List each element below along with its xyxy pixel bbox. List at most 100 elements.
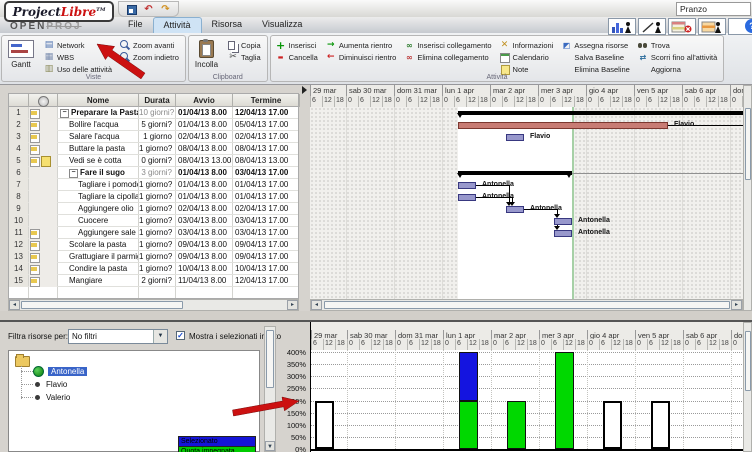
end-cell[interactable]: 08/04/13 17.00 bbox=[233, 143, 299, 155]
charts-view-button[interactable] bbox=[638, 18, 666, 35]
row-number[interactable]: 14 bbox=[9, 263, 28, 275]
undo-button[interactable] bbox=[142, 3, 155, 15]
help-button[interactable]: ? bbox=[745, 19, 752, 33]
duration-cell[interactable]: 10 giorni? bbox=[139, 107, 175, 119]
incolla-button[interactable]: Incolla bbox=[193, 38, 220, 71]
start-cell[interactable]: 08/04/13 13.00 bbox=[176, 155, 232, 167]
scroll-thumb[interactable] bbox=[21, 301, 183, 309]
start-cell[interactable]: 03/04/13 8.00 bbox=[176, 215, 232, 227]
end-cell[interactable]: 08/04/13 13.00 bbox=[233, 155, 299, 167]
collapse-toggle[interactable]: − bbox=[60, 109, 69, 118]
resource-item-flavio[interactable]: Flavio bbox=[33, 378, 67, 390]
calendario-button[interactable]: Calendario bbox=[499, 52, 554, 62]
scroll-down-button[interactable]: ▼ bbox=[265, 441, 275, 451]
note-button[interactable]: Note bbox=[499, 64, 554, 74]
gantt-summary-bar[interactable] bbox=[458, 111, 743, 115]
duration-cell[interactable]: 1 giorno? bbox=[139, 251, 175, 263]
start-cell[interactable]: 11/04/13 8.00 bbox=[176, 275, 232, 287]
gantt-task-bar[interactable] bbox=[554, 230, 572, 237]
task-name-cell[interactable]: Aggiungere olio bbox=[58, 203, 138, 215]
end-cell[interactable]: 03/04/13 17.00 bbox=[233, 215, 299, 227]
histogram-view-button[interactable] bbox=[608, 18, 636, 35]
show-selected-checkbox[interactable]: ✓ bbox=[176, 331, 185, 340]
duration-cell[interactable]: 3 giorni? bbox=[139, 167, 175, 179]
row-number[interactable]: 11 bbox=[9, 227, 28, 239]
uso-delle-attività-button[interactable]: Uso delle attività bbox=[43, 64, 112, 74]
zoom-indietro-button[interactable]: Zoom indietro bbox=[119, 52, 179, 62]
histogram-vscrollbar[interactable] bbox=[743, 322, 752, 452]
duration-cell[interactable]: 1 giorno? bbox=[139, 239, 175, 251]
assegna-risorse-button[interactable]: Assegna risorse bbox=[560, 40, 629, 50]
save-button[interactable] bbox=[125, 3, 138, 15]
scroll-left-button[interactable]: ◂ bbox=[311, 300, 322, 310]
aumenta-rientro-button[interactable]: Aumenta rientro bbox=[325, 40, 397, 50]
task-name-cell[interactable]: Bollire l'acqua bbox=[58, 119, 138, 131]
wbs-button[interactable]: WBS bbox=[43, 52, 112, 62]
end-cell[interactable]: 12/04/13 17.00 bbox=[233, 275, 299, 287]
end-cell[interactable]: 01/04/13 17.00 bbox=[233, 191, 299, 203]
start-cell[interactable]: 10/04/13 8.00 bbox=[176, 263, 232, 275]
copia-button[interactable]: Copia bbox=[227, 40, 261, 50]
duration-cell[interactable]: 1 giorno? bbox=[139, 227, 175, 239]
row-number[interactable]: 3 bbox=[9, 131, 28, 143]
end-cell[interactable]: 09/04/13 17.00 bbox=[233, 239, 299, 251]
duration-cell[interactable]: 1 giorno? bbox=[139, 215, 175, 227]
filter-dropdown[interactable]: No filtri ▼ bbox=[68, 329, 168, 344]
taglia-button[interactable]: Taglia bbox=[227, 52, 261, 62]
cancella-button[interactable]: Cancella bbox=[275, 52, 318, 62]
task-name-cell[interactable]: Aggiungere sale bbox=[58, 227, 138, 239]
task-name-cell[interactable]: Mangiare bbox=[58, 275, 138, 287]
scroll-right-button[interactable]: ▸ bbox=[731, 300, 742, 310]
task-usage-view-button[interactable] bbox=[668, 18, 696, 35]
tab-visualizza[interactable]: Visualizza bbox=[252, 17, 312, 33]
resource-usage-view-button[interactable] bbox=[698, 18, 726, 35]
task-name-cell[interactable]: Cuocere bbox=[58, 215, 138, 227]
task-name-cell[interactable]: Grattugiare il parmigiano bbox=[58, 251, 138, 263]
start-cell[interactable]: 01/04/13 8.00 bbox=[176, 167, 232, 179]
task-name-cell[interactable]: Tagliare la cipolla bbox=[58, 191, 138, 203]
start-cell[interactable]: 01/04/13 8.00 bbox=[176, 191, 232, 203]
row-number[interactable]: 6 bbox=[9, 167, 28, 179]
gantt-button[interactable]: Gantt bbox=[6, 38, 36, 71]
salva-baseline-button[interactable]: Salva Baseline bbox=[560, 52, 629, 62]
end-cell[interactable]: 03/04/13 17.00 bbox=[233, 167, 299, 179]
duration-cell[interactable]: 1 giorno? bbox=[139, 191, 175, 203]
row-number[interactable]: 13 bbox=[9, 251, 28, 263]
end-cell[interactable]: 05/04/13 17.00 bbox=[233, 119, 299, 131]
resource-panel-vscrollbar[interactable]: ▼ bbox=[264, 326, 276, 452]
scroll-thumb[interactable] bbox=[266, 330, 274, 388]
aggiorna-button[interactable]: Aggiorna bbox=[637, 64, 717, 74]
informazioni-button[interactable]: Informazioni bbox=[499, 40, 554, 50]
start-cell[interactable]: 03/04/13 8.00 bbox=[176, 227, 232, 239]
row-number[interactable]: 12 bbox=[9, 239, 28, 251]
duration-cell[interactable]: 2 giorni? bbox=[139, 275, 175, 287]
scroll-right-button[interactable]: ▸ bbox=[287, 300, 298, 310]
gantt-summary-bar[interactable] bbox=[458, 171, 572, 175]
scroll-thumb[interactable] bbox=[745, 108, 751, 180]
task-name-cell[interactable]: Condire la pasta bbox=[58, 263, 138, 275]
task-name-cell[interactable]: −Fare il sugo bbox=[58, 167, 138, 179]
end-cell[interactable]: 01/04/13 17.00 bbox=[233, 179, 299, 191]
end-cell[interactable]: 12/04/13 17.00 bbox=[233, 107, 299, 119]
chevron-down-icon[interactable]: ▼ bbox=[153, 330, 167, 343]
row-number[interactable]: 5 bbox=[9, 155, 28, 167]
task-name-cell[interactable]: Tagliare i pomodori bbox=[58, 179, 138, 191]
task-name-cell[interactable]: Vedi se è cotta bbox=[58, 155, 138, 167]
elimina-collegamento-button[interactable]: Elimina collegamento bbox=[403, 52, 491, 62]
redo-button[interactable] bbox=[159, 3, 172, 15]
scroll-thumb[interactable] bbox=[745, 331, 751, 391]
end-cell[interactable]: 09/04/13 17.00 bbox=[233, 251, 299, 263]
gantt-vscrollbar[interactable] bbox=[743, 85, 752, 311]
duration-cell[interactable]: 1 giorno? bbox=[139, 143, 175, 155]
end-cell[interactable]: 10/04/13 17.00 bbox=[233, 263, 299, 275]
task-name-cell[interactable]: Buttare la pasta bbox=[58, 143, 138, 155]
resource-item-antonella[interactable]: Antonella bbox=[33, 365, 87, 377]
row-number[interactable]: 2 bbox=[9, 119, 28, 131]
row-number[interactable]: 4 bbox=[9, 143, 28, 155]
row-number[interactable]: 8 bbox=[9, 191, 28, 203]
start-cell[interactable]: 08/04/13 8.00 bbox=[176, 143, 232, 155]
diminuisci-rientro-button[interactable]: Diminuisci rientro bbox=[325, 52, 397, 62]
start-cell[interactable]: 01/04/13 8.00 bbox=[176, 119, 232, 131]
gantt-task-bar[interactable] bbox=[458, 194, 476, 201]
collapse-toggle[interactable]: − bbox=[69, 169, 78, 178]
